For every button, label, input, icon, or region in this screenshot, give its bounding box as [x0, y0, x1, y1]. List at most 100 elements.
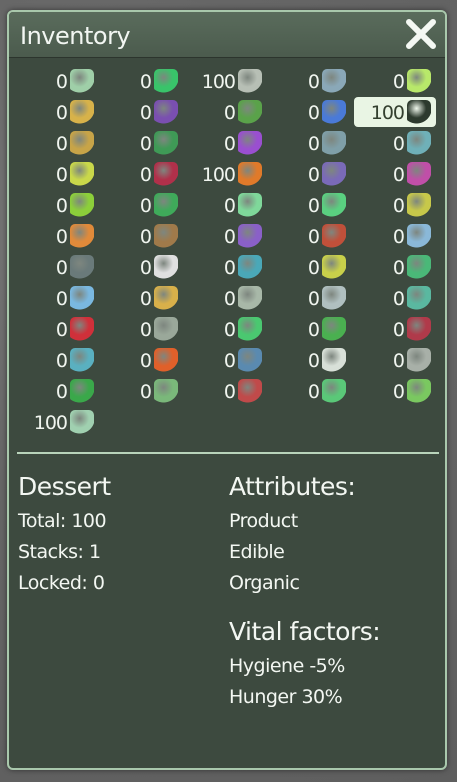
inventory-slot[interactable]: 0 — [269, 314, 351, 344]
inventory-slot[interactable]: 0 — [354, 128, 436, 158]
slot-quantity: 0 — [139, 71, 152, 93]
slot-quantity: 0 — [392, 226, 405, 248]
inventory-slot[interactable]: 0 — [101, 345, 183, 375]
inventory-slot[interactable]: 0 — [101, 159, 183, 189]
slot-quantity: 0 — [307, 71, 320, 93]
barrel-icon — [70, 379, 94, 403]
slot-quantity: 0 — [392, 319, 405, 341]
inventory-slot[interactable]: 0 — [17, 66, 99, 96]
cup-icon — [238, 317, 262, 341]
inventory-slot[interactable]: 0 — [269, 283, 351, 313]
slot-quantity: 0 — [139, 195, 152, 217]
potion-bottle-icon — [70, 69, 94, 93]
inventory-slot[interactable]: 0 — [17, 283, 99, 313]
inventory-slot[interactable]: 0 — [269, 376, 351, 406]
inventory-slot[interactable]: 0 — [354, 376, 436, 406]
slot-quantity: 0 — [139, 350, 152, 372]
slot-quantity: 0 — [307, 226, 320, 248]
slot-quantity: 0 — [392, 133, 405, 155]
inventory-slot[interactable]: 0 — [269, 128, 351, 158]
inventory-slot[interactable]: 0 — [269, 190, 351, 220]
inventory-slot[interactable]: 100 — [185, 66, 267, 96]
slot-quantity: 0 — [392, 164, 405, 186]
slot-quantity: 0 — [55, 133, 68, 155]
inventory-slot[interactable]: 0 — [354, 159, 436, 189]
inventory-slot[interactable]: 0 — [17, 376, 99, 406]
vital-factors-heading: Vital factors: — [229, 617, 381, 646]
tray-icon — [407, 286, 431, 310]
inventory-slot[interactable]: 0 — [185, 190, 267, 220]
pill-icon — [70, 286, 94, 310]
jar-icon — [322, 131, 346, 155]
inventory-slot[interactable]: 0 — [17, 97, 99, 127]
teapot-icon — [70, 348, 94, 372]
inventory-slot[interactable]: 0 — [17, 128, 99, 158]
inventory-slot[interactable]: 0 — [269, 97, 351, 127]
inventory-slot[interactable]: 100 — [354, 97, 436, 127]
inventory-slot[interactable]: 100 — [185, 159, 267, 189]
item-total: Total: 100 — [18, 510, 107, 532]
tea-cup-icon — [70, 131, 94, 155]
inventory-slot[interactable]: 0 — [185, 221, 267, 251]
inventory-slot[interactable]: 0 — [185, 97, 267, 127]
cans-icon — [70, 410, 94, 434]
beetle-icon — [238, 100, 262, 124]
inventory-slot[interactable]: 0 — [17, 314, 99, 344]
inventory-slot[interactable]: 0 — [269, 345, 351, 375]
inventory-slot[interactable]: 0 — [354, 345, 436, 375]
slot-quantity: 0 — [55, 319, 68, 341]
inventory-slot[interactable]: 0 — [269, 221, 351, 251]
slot-quantity: 0 — [392, 71, 405, 93]
inventory-slot[interactable]: 0 — [354, 66, 436, 96]
vital-factor-hygiene: Hygiene -5% — [229, 655, 345, 677]
leaf-crystal-icon — [407, 69, 431, 93]
inventory-slot[interactable]: 0 — [101, 252, 183, 282]
slot-quantity: 0 — [55, 226, 68, 248]
inventory-slot[interactable]: 0 — [185, 345, 267, 375]
inventory-slot[interactable]: 0 — [185, 376, 267, 406]
inventory-slot[interactable]: 0 — [354, 252, 436, 282]
slot-quantity: 0 — [307, 288, 320, 310]
inventory-slot[interactable]: 0 — [185, 128, 267, 158]
soup-bowl-icon — [70, 162, 94, 186]
slot-quantity: 0 — [392, 288, 405, 310]
inventory-slot[interactable]: 0 — [101, 97, 183, 127]
inventory-slot[interactable]: 0 — [17, 252, 99, 282]
inventory-slot[interactable]: 0 — [101, 190, 183, 220]
meat-bone-icon — [238, 379, 262, 403]
inventory-slot[interactable]: 0 — [269, 159, 351, 189]
inventory-slot[interactable]: 0 — [185, 252, 267, 282]
lime-icon — [70, 193, 94, 217]
slot-quantity: 0 — [139, 381, 152, 403]
inventory-slot[interactable]: 0 — [185, 283, 267, 313]
inventory-slot[interactable]: 0 — [101, 66, 183, 96]
inventory-slot[interactable]: 0 — [269, 252, 351, 282]
inventory-slot[interactable]: 100 — [17, 407, 99, 437]
close-icon[interactable] — [403, 16, 439, 52]
metal-bars-icon — [238, 69, 262, 93]
inventory-slot[interactable]: 0 — [17, 159, 99, 189]
crate-icon — [70, 100, 94, 124]
inventory-slot[interactable]: 0 — [185, 314, 267, 344]
slot-quantity: 0 — [392, 381, 405, 403]
steak-icon — [322, 224, 346, 248]
inventory-slot[interactable]: 0 — [17, 345, 99, 375]
scroll-icon — [238, 286, 262, 310]
slot-quantity: 0 — [392, 257, 405, 279]
inventory-slot[interactable]: 0 — [354, 190, 436, 220]
slot-quantity: 0 — [223, 226, 236, 248]
inventory-slot[interactable]: 0 — [101, 221, 183, 251]
inventory-slot[interactable]: 0 — [101, 314, 183, 344]
lantern-icon — [407, 193, 431, 217]
slot-quantity: 0 — [307, 102, 320, 124]
inventory-slot[interactable]: 0 — [17, 221, 99, 251]
slot-quantity: 0 — [55, 195, 68, 217]
inventory-slot[interactable]: 0 — [354, 283, 436, 313]
inventory-slot[interactable]: 0 — [354, 221, 436, 251]
inventory-slot[interactable]: 0 — [17, 190, 99, 220]
inventory-slot[interactable]: 0 — [269, 66, 351, 96]
inventory-slot[interactable]: 0 — [101, 376, 183, 406]
inventory-slot[interactable]: 0 — [354, 314, 436, 344]
inventory-slot[interactable]: 0 — [101, 283, 183, 313]
inventory-slot[interactable]: 0 — [101, 128, 183, 158]
